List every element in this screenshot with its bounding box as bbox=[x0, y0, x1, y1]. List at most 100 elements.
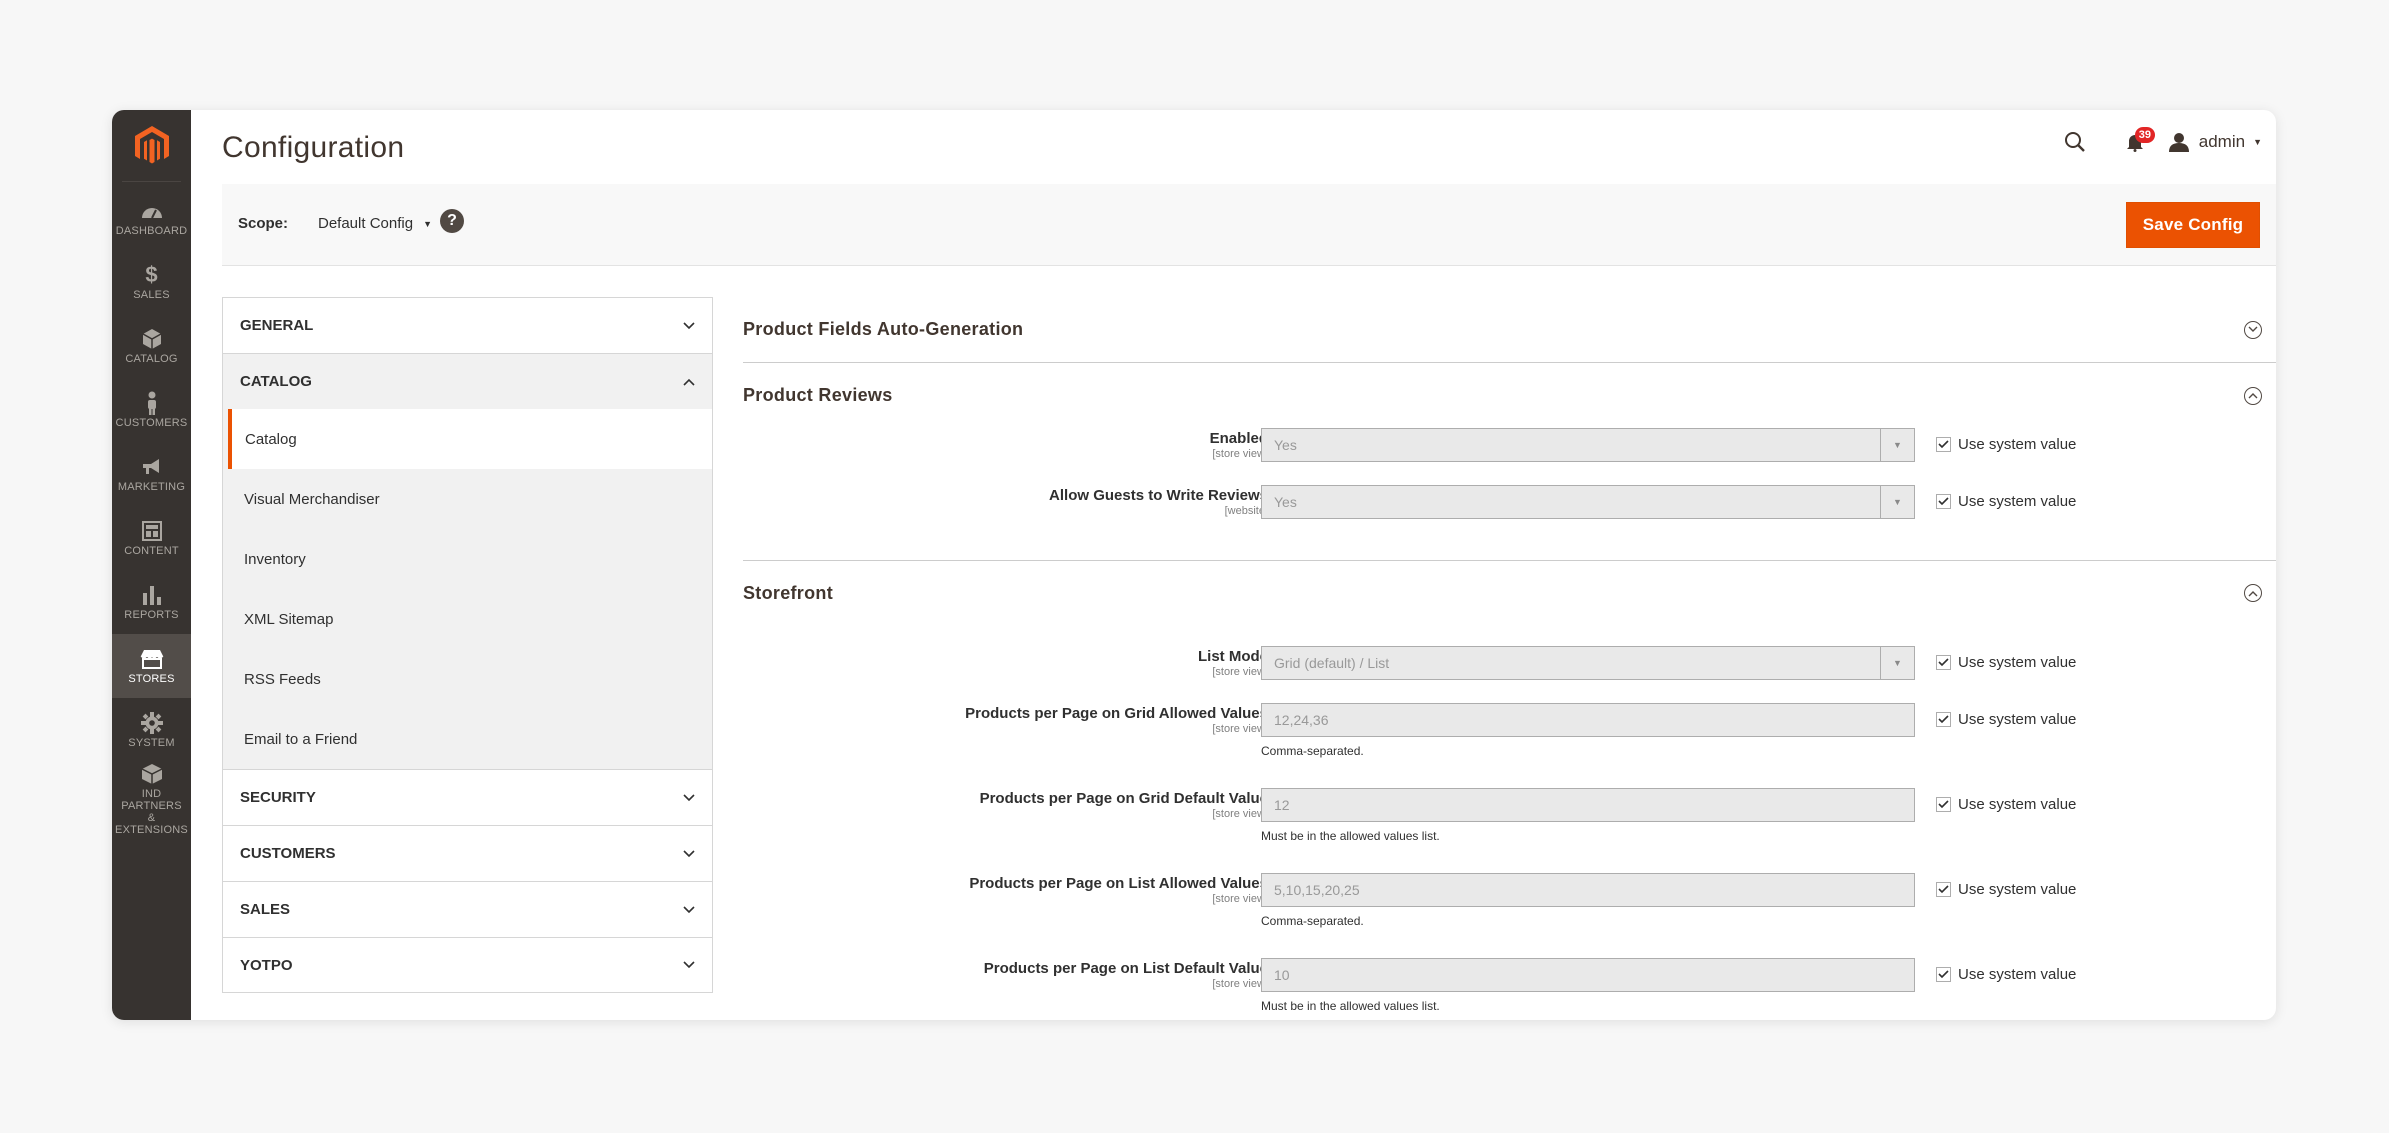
chevron-down-icon bbox=[682, 903, 696, 917]
scope-switcher[interactable]: Default Config ▼ bbox=[318, 215, 432, 232]
magento-logo[interactable] bbox=[122, 110, 181, 182]
subitem-visual-merchandiser[interactable]: Visual Merchandiser bbox=[223, 469, 712, 529]
grid-default-value-input[interactable]: 12 bbox=[1261, 788, 1915, 822]
tab-general[interactable]: GENERAL bbox=[222, 297, 713, 353]
subitem-inventory[interactable]: Inventory bbox=[223, 529, 712, 589]
tab-catalog[interactable]: CATALOG bbox=[222, 353, 713, 409]
section-title: Storefront bbox=[743, 582, 833, 603]
section-header-product-reviews[interactable]: Product Reviews bbox=[743, 363, 2276, 428]
checkbox-checked-icon bbox=[1936, 882, 1951, 897]
grid-allowed-values-input[interactable]: 12,24,36 bbox=[1261, 703, 1915, 737]
help-icon[interactable]: ? bbox=[440, 209, 464, 233]
tab-yotpo[interactable]: YOTPO bbox=[222, 937, 713, 993]
nav-reports[interactable]: REPORTS bbox=[112, 570, 191, 634]
section-header-storefront[interactable]: Storefront bbox=[743, 561, 2276, 625]
caret-down-icon: ▼ bbox=[1880, 429, 1914, 461]
nav-marketing[interactable]: MARKETING bbox=[112, 442, 191, 506]
caret-down-icon: ▼ bbox=[1880, 486, 1914, 518]
allow-guests-select[interactable]: Yes ▼ bbox=[1261, 485, 1915, 519]
checkbox-label: Use system value bbox=[1958, 796, 2077, 813]
config-main: Product Fields Auto-Generation Product R… bbox=[743, 297, 2276, 1020]
use-system-value-checkbox[interactable]: Use system value bbox=[1936, 966, 2076, 983]
checkbox-checked-icon bbox=[1936, 712, 1951, 727]
nav-stores[interactable]: STORES bbox=[112, 634, 191, 698]
field-scope: [store view] bbox=[1212, 978, 1268, 990]
field-label: Products per Page on List Allowed Values… bbox=[969, 875, 1268, 905]
tab-label: CATALOG bbox=[240, 373, 312, 390]
checkbox-checked-icon bbox=[1936, 655, 1951, 670]
cube-icon bbox=[142, 327, 162, 351]
caret-down-icon: ▼ bbox=[2253, 137, 2262, 147]
subitem-email-to-a-friend[interactable]: Email to a Friend bbox=[223, 709, 712, 769]
field-list-mode: List Mode [store view] Grid (default) / … bbox=[743, 646, 2276, 703]
field-label: Products per Page on Grid Default Value … bbox=[980, 790, 1268, 820]
admin-sidebar: DASHBOARD $ SALES CATALOG CUSTOMERS MARK… bbox=[112, 110, 191, 1020]
field-scope: [store view] bbox=[1212, 666, 1268, 678]
tab-label: CUSTOMERS bbox=[240, 845, 336, 862]
tab-security[interactable]: SECURITY bbox=[222, 769, 713, 825]
section-title: Product Fields Auto-Generation bbox=[743, 319, 1024, 339]
nav-dashboard[interactable]: DASHBOARD bbox=[112, 186, 191, 250]
nav-customers[interactable]: CUSTOMERS bbox=[112, 378, 191, 442]
use-system-value-checkbox[interactable]: Use system value bbox=[1936, 493, 2076, 510]
section-title: Product Reviews bbox=[743, 385, 893, 405]
field-label-text: Enabled bbox=[1209, 430, 1268, 447]
section-auto-generation: Product Fields Auto-Generation bbox=[743, 297, 2276, 363]
collapse-icon bbox=[2244, 584, 2262, 602]
field-scope: [store view] bbox=[1212, 448, 1268, 460]
field-note: Must be in the allowed values list. bbox=[1261, 829, 1440, 843]
scope-bar: Scope: Default Config ▼ ? Save Config bbox=[222, 184, 2276, 266]
use-system-value-checkbox[interactable]: Use system value bbox=[1936, 711, 2076, 728]
tab-sales[interactable]: SALES bbox=[222, 881, 713, 937]
admin-window: DASHBOARD $ SALES CATALOG CUSTOMERS MARK… bbox=[112, 110, 2276, 1020]
user-name: admin bbox=[2198, 132, 2246, 151]
search-icon bbox=[2064, 132, 2085, 152]
field-note: Comma-separated. bbox=[1261, 914, 1364, 928]
field-label: Products per Page on List Default Value … bbox=[984, 960, 1268, 990]
subitem-catalog[interactable]: Catalog bbox=[228, 409, 712, 469]
bar-chart-icon bbox=[142, 583, 162, 607]
save-config-button[interactable]: Save Config bbox=[2126, 202, 2260, 248]
enabled-select[interactable]: Yes ▼ bbox=[1261, 428, 1915, 462]
collapse-icon bbox=[2244, 386, 2262, 405]
tab-label: SECURITY bbox=[240, 789, 316, 806]
catalog-subitems: Catalog Visual Merchandiser Inventory XM… bbox=[222, 409, 713, 769]
checkbox-label: Use system value bbox=[1958, 711, 2077, 728]
tab-customers[interactable]: CUSTOMERS bbox=[222, 825, 713, 881]
use-system-value-checkbox[interactable]: Use system value bbox=[1936, 796, 2076, 813]
box-icon bbox=[141, 762, 163, 786]
section-product-reviews: Product Reviews Enabled [store view] Yes… bbox=[743, 363, 2276, 561]
user-menu[interactable]: admin ▼ bbox=[2168, 132, 2262, 152]
field-grid-allowed-values: Products per Page on Grid Allowed Values… bbox=[743, 703, 2276, 788]
gear-icon bbox=[140, 711, 163, 735]
section-storefront: Storefront List Mode [store view] Grid (… bbox=[743, 561, 2276, 1020]
section-header-auto-generation[interactable]: Product Fields Auto-Generation bbox=[743, 297, 2276, 362]
checkbox-label: Use system value bbox=[1958, 654, 2077, 671]
list-allowed-values-input[interactable]: 5,10,15,20,25 bbox=[1261, 873, 1915, 907]
use-system-value-checkbox[interactable]: Use system value bbox=[1936, 881, 2076, 898]
use-system-value-checkbox[interactable]: Use system value bbox=[1936, 436, 2076, 453]
tab-label: GENERAL bbox=[240, 317, 314, 334]
use-system-value-checkbox[interactable]: Use system value bbox=[1936, 654, 2076, 671]
nav-content[interactable]: CONTENT bbox=[112, 506, 191, 570]
notification-badge: 39 bbox=[2134, 127, 2156, 143]
checkbox-checked-icon bbox=[1936, 494, 1951, 509]
nav-catalog[interactable]: CATALOG bbox=[112, 314, 191, 378]
list-default-value-input[interactable]: 10 bbox=[1261, 958, 1915, 992]
megaphone-icon bbox=[141, 455, 163, 479]
chevron-down-icon bbox=[682, 847, 696, 861]
list-mode-select[interactable]: Grid (default) / List ▼ bbox=[1261, 646, 1915, 680]
subitem-rss-feeds[interactable]: RSS Feeds bbox=[223, 649, 712, 709]
nav-sales[interactable]: $ SALES bbox=[112, 250, 191, 314]
expand-icon bbox=[2244, 320, 2262, 339]
notifications-button[interactable]: 39 bbox=[2117, 124, 2156, 160]
field-label: Enabled [store view] bbox=[1210, 430, 1268, 460]
config-tabs: GENERAL CATALOG Catalog Visual Merchandi… bbox=[222, 297, 713, 993]
search-button[interactable] bbox=[2055, 124, 2095, 160]
subitem-xml-sitemap[interactable]: XML Sitemap bbox=[223, 589, 712, 649]
chevron-down-icon bbox=[682, 958, 696, 972]
nav-partners-extensions[interactable]: IND PARTNERS & EXTENSIONS bbox=[112, 762, 191, 836]
field-reviews-enabled: Enabled [store view] Yes ▼ Use system va… bbox=[743, 428, 2276, 485]
nav-system[interactable]: SYSTEM bbox=[112, 698, 191, 762]
field-scope: [store view] bbox=[1212, 893, 1268, 905]
